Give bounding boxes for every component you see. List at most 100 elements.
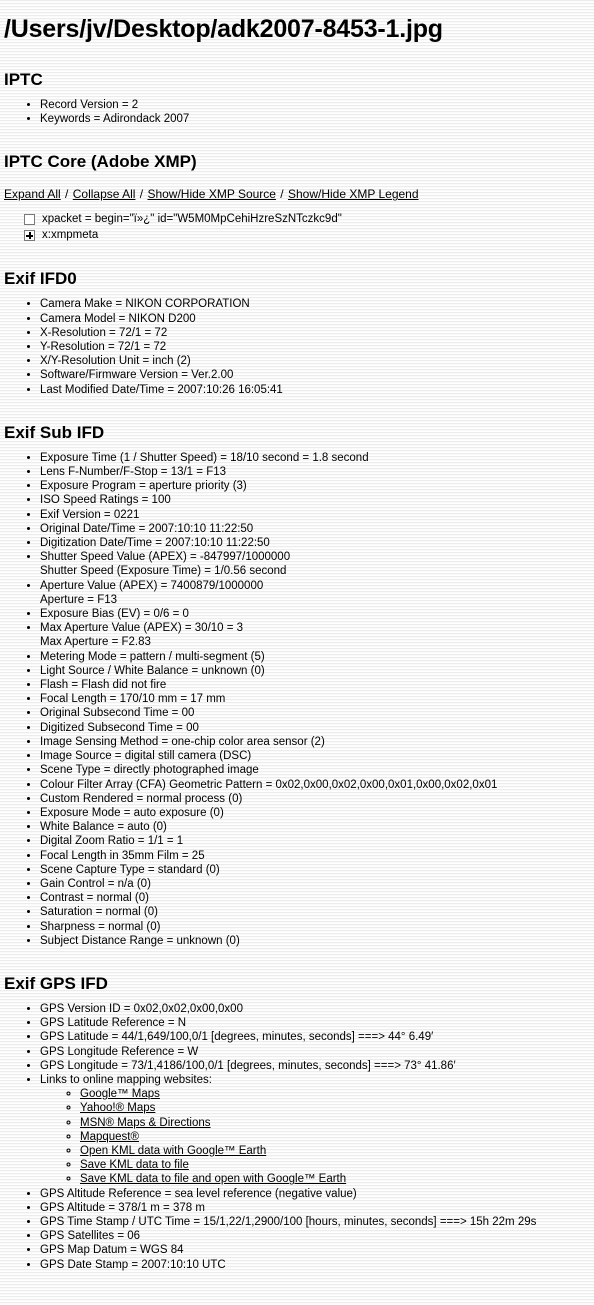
list-item-text: Contrast = normal (0) bbox=[40, 892, 149, 905]
list-item-text: GPS Altitude = 378/1 m = 378 m bbox=[40, 1201, 205, 1214]
list-item: Lens F-Number/F-Stop = 13/1 = F13 bbox=[40, 465, 590, 479]
list-item-text: Subject Distance Range = unknown (0) bbox=[40, 934, 240, 947]
list-item: GPS Altitude Reference = sea level refer… bbox=[40, 1187, 590, 1201]
list-item-text: Camera Make = NIKON CORPORATION bbox=[40, 298, 250, 311]
section-heading-exif-sub-ifd: Exif Sub IFD bbox=[4, 422, 105, 442]
list-item: Custom Rendered = normal process (0) bbox=[40, 792, 590, 806]
list-item: GPS Date Stamp = 2007:10:10 UTC bbox=[40, 1258, 590, 1272]
list-item-text: Camera Model = NIKON D200 bbox=[40, 312, 196, 325]
xmp-tree: xpacket = begin="ï»¿" id="W5M0MpCehiHzre… bbox=[4, 212, 590, 243]
list-item: GPS Latitude Reference = N bbox=[40, 1016, 590, 1030]
xmp-link-expand-all[interactable]: Expand All bbox=[4, 187, 61, 201]
list-item: Colour Filter Array (CFA) Geometric Patt… bbox=[40, 778, 590, 792]
list-item: Exposure Mode = auto exposure (0) bbox=[40, 806, 590, 820]
list-item: Aperture Value (APEX) = 7400879/1000000A… bbox=[40, 579, 590, 607]
page-title: /Users/jv/Desktop/adk2007-8453-1.jpg bbox=[4, 15, 443, 43]
list-item-text: Sharpness = normal (0) bbox=[40, 920, 161, 933]
list-item-text: Focal Length = 170/10 mm = 17 mm bbox=[40, 693, 226, 706]
list-item: GPS Longitude Reference = W bbox=[40, 1045, 590, 1059]
list-item-text: GPS Satellites = 06 bbox=[40, 1230, 141, 1243]
list-item: Focal Length in 35mm Film = 25 bbox=[40, 849, 590, 863]
list-item: ISO Speed Ratings = 100 bbox=[40, 493, 590, 507]
list-item: GPS Longitude = 73/1,4186/100,0/1 [degre… bbox=[40, 1059, 590, 1073]
list-item-text: GPS Latitude Reference = N bbox=[40, 1017, 187, 1030]
list-item-text: Scene Capture Type = standard (0) bbox=[40, 863, 220, 876]
list-item: Google™ Maps bbox=[80, 1087, 590, 1101]
list-item: Y-Resolution = 72/1 = 72 bbox=[40, 340, 590, 354]
list-item: Mapquest® bbox=[80, 1130, 590, 1144]
list-item: Focal Length = 170/10 mm = 17 mm bbox=[40, 692, 590, 706]
list-item-text: Gain Control = n/a (0) bbox=[40, 877, 151, 890]
xmp-tree-node[interactable]: x:xmpmeta bbox=[24, 228, 590, 243]
list-item-continuation: Aperture = F13 bbox=[40, 593, 118, 606]
xmp-node-label: xpacket = begin="ï»¿" id="W5M0MpCehiHzre… bbox=[42, 213, 342, 226]
map-links-list: Google™ Maps Yahoo!® Maps MSN® Maps & Dire… bbox=[40, 1087, 590, 1186]
list-item: GPS Map Datum = WGS 84 bbox=[40, 1243, 590, 1257]
list-item: Camera Model = NIKON D200 bbox=[40, 312, 590, 326]
list-item: Contrast = normal (0) bbox=[40, 891, 590, 905]
list-item-text: Shutter Speed Value (APEX) = -847997/100… bbox=[40, 551, 291, 564]
list-item-text: GPS Longitude = 73/1,4186/100,0/1 [degre… bbox=[40, 1059, 456, 1072]
list-item: Exposure Bias (EV) = 0/6 = 0 bbox=[40, 607, 590, 621]
plus-expander-icon[interactable] bbox=[24, 230, 35, 242]
map-link-3[interactable]: Mapquest® bbox=[80, 1131, 139, 1143]
list-item-text: GPS Time Stamp / UTC Time = 15/1,22/1,29… bbox=[40, 1215, 537, 1228]
list-item-text: GPS Map Datum = WGS 84 bbox=[40, 1244, 184, 1257]
list-item: Digital Zoom Ratio = 1/1 = 1 bbox=[40, 834, 590, 848]
list-item: White Balance = auto (0) bbox=[40, 820, 590, 834]
list-item-text: Exposure Mode = auto exposure (0) bbox=[40, 806, 224, 819]
list-item-text: Last Modified Date/Time = 2007:10:26 16:… bbox=[40, 383, 283, 396]
xmp-link-collapse-all[interactable]: Collapse All bbox=[73, 187, 136, 201]
xmp-tree-node[interactable]: xpacket = begin="ï»¿" id="W5M0MpCehiHzre… bbox=[24, 212, 590, 227]
list-item: Light Source / White Balance = unknown (… bbox=[40, 664, 590, 678]
list-item: X/Y-Resolution Unit = inch (2) bbox=[40, 354, 590, 368]
list-item: Record Version = 2 bbox=[40, 98, 590, 112]
link-separator: / bbox=[61, 187, 72, 202]
list-item: Links to online mapping websites:Google™… bbox=[40, 1073, 590, 1187]
list-item-text: Original Date/Time = 2007:10:10 11:22:50 bbox=[40, 522, 254, 535]
list-item: Gain Control = n/a (0) bbox=[40, 877, 590, 891]
list-item-text: Exif Version = 0221 bbox=[40, 508, 140, 521]
list-item-text: Exposure Time (1 / Shutter Speed) = 18/1… bbox=[40, 451, 369, 464]
list-item: Max Aperture Value (APEX) = 30/10 = 3Max… bbox=[40, 621, 590, 649]
exif-sub-ifd-list: Exposure Time (1 / Shutter Speed) = 18/1… bbox=[4, 451, 590, 948]
xmp-link-show-hide-xmp-source[interactable]: Show/Hide XMP Source bbox=[147, 187, 276, 201]
list-item: GPS Version ID = 0x02,0x02,0x00,0x00 bbox=[40, 1002, 590, 1016]
xmp-link-show-hide-xmp-legend[interactable]: Show/Hide XMP Legend bbox=[288, 187, 419, 201]
map-link-0[interactable]: Google™ Maps bbox=[80, 1088, 160, 1100]
list-item: Save KML data to file bbox=[80, 1158, 590, 1172]
list-item-text: Scene Type = directly photographed image bbox=[40, 764, 259, 777]
list-item: GPS Time Stamp / UTC Time = 15/1,22/1,29… bbox=[40, 1215, 590, 1229]
list-item-text: Light Source / White Balance = unknown (… bbox=[40, 664, 265, 677]
list-item-text: Record Version = 2 bbox=[40, 99, 139, 111]
list-item: Sharpness = normal (0) bbox=[40, 920, 590, 934]
list-item-text: Saturation = normal (0) bbox=[40, 906, 158, 919]
map-link-4[interactable]: Open KML data with Google™ Earth bbox=[80, 1145, 266, 1157]
list-item-text: Lens F-Number/F-Stop = 13/1 = F13 bbox=[40, 466, 227, 479]
list-item-text: Max Aperture Value (APEX) = 30/10 = 3 bbox=[40, 622, 244, 635]
list-item: Metering Mode = pattern / multi-segment … bbox=[40, 650, 590, 664]
list-item-text: Keywords = Adirondack 2007 bbox=[40, 113, 190, 126]
list-item: MSN® Maps & Directions bbox=[80, 1116, 590, 1130]
list-item-text: Exposure Bias (EV) = 0/6 = 0 bbox=[40, 608, 189, 621]
list-item: Subject Distance Range = unknown (0) bbox=[40, 934, 590, 948]
list-item-text: X-Resolution = 72/1 = 72 bbox=[40, 326, 168, 339]
list-item-continuation: Shutter Speed (Exposure Time) = 1/0.56 s… bbox=[40, 565, 287, 578]
exif-ifd0-list: Camera Make = NIKON CORPORATIONCamera Mo… bbox=[4, 297, 590, 396]
list-item: Original Subsecond Time = 00 bbox=[40, 706, 590, 720]
empty-checkbox-icon[interactable] bbox=[24, 214, 35, 226]
list-item-text: Software/Firmware Version = Ver.2.00 bbox=[40, 369, 234, 382]
map-link-2[interactable]: MSN® Maps & Directions bbox=[80, 1117, 211, 1129]
list-item: GPS Latitude = 44/1,649/100,0/1 [degrees… bbox=[40, 1030, 590, 1044]
list-item: Scene Type = directly photographed image bbox=[40, 763, 590, 777]
list-item-text: Digital Zoom Ratio = 1/1 = 1 bbox=[40, 835, 184, 848]
list-item: Exposure Time (1 / Shutter Speed) = 18/1… bbox=[40, 451, 590, 465]
list-item: Software/Firmware Version = Ver.2.00 bbox=[40, 368, 590, 382]
list-item: Digitization Date/Time = 2007:10:10 11:2… bbox=[40, 536, 590, 550]
map-link-5[interactable]: Save KML data to file bbox=[80, 1159, 189, 1171]
list-item: Shutter Speed Value (APEX) = -847997/100… bbox=[40, 550, 590, 578]
map-link-6[interactable]: Save KML data to file and open with Goog… bbox=[80, 1173, 346, 1185]
map-link-1[interactable]: Yahoo!® Maps bbox=[80, 1102, 155, 1114]
list-item: GPS Altitude = 378/1 m = 378 m bbox=[40, 1201, 590, 1215]
list-item-text: GPS Latitude = 44/1,649/100,0/1 [degrees… bbox=[40, 1031, 434, 1044]
